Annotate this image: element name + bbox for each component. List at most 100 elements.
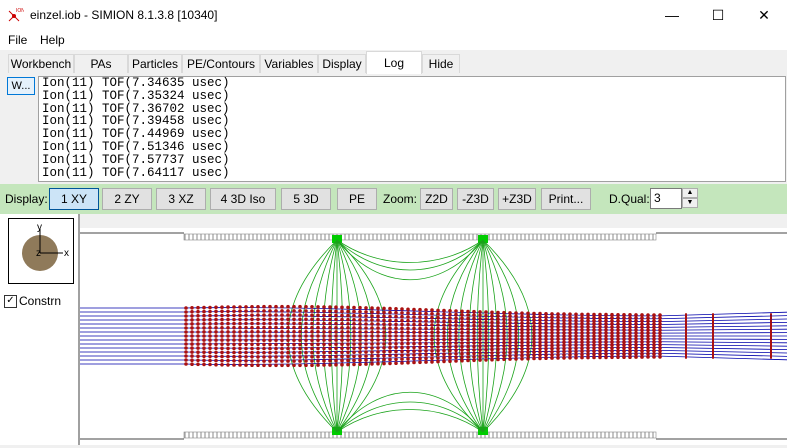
time-marker [520, 314, 524, 319]
zoom-minus-z3d-button[interactable]: -Z3D [457, 188, 494, 210]
tab-hide[interactable]: Hide [422, 54, 460, 73]
simulation-viewport[interactable] [80, 228, 787, 445]
time-marker [430, 341, 434, 346]
tab-display[interactable]: Display [318, 54, 366, 73]
print-button[interactable]: Print... [541, 188, 591, 210]
tab-pas[interactable]: PAs [74, 54, 128, 73]
time-marker [514, 311, 518, 315]
view-3d-button[interactable]: 5 3D [281, 188, 331, 210]
time-marker [274, 346, 278, 351]
time-marker [310, 346, 314, 351]
time-marker [214, 334, 218, 338]
time-marker [334, 363, 338, 367]
time-marker [280, 309, 284, 313]
log-output[interactable]: Ion(11) TOF(7.34635 usec) Ion(11) TOF(7.… [38, 76, 786, 182]
time-marker [352, 354, 356, 359]
time-marker [610, 328, 614, 332]
spin-down-button[interactable]: ▼ [682, 198, 698, 208]
time-marker [316, 330, 320, 334]
tab-particles[interactable]: Particles [128, 54, 182, 73]
time-marker [310, 359, 314, 363]
time-marker [460, 344, 464, 349]
einzel-lens-view[interactable] [80, 228, 787, 445]
view-xz-button[interactable]: 3 XZ [156, 188, 206, 210]
tab-variables[interactable]: Variables [260, 54, 318, 73]
time-marker [262, 359, 266, 363]
time-marker [382, 353, 386, 358]
time-marker [592, 315, 596, 320]
minimize-button[interactable]: — [649, 0, 695, 30]
time-marker [520, 357, 524, 361]
time-marker [304, 346, 308, 351]
time-marker [598, 315, 602, 320]
dqual-input[interactable]: 3 [650, 188, 682, 209]
menu-file[interactable]: File [8, 33, 27, 47]
time-marker [232, 325, 236, 330]
zoom-plus-z3d-button[interactable]: +Z3D [498, 188, 536, 210]
time-marker [352, 338, 356, 342]
zoom-z2d-button[interactable]: Z2D [420, 188, 453, 210]
tab-pe-contours[interactable]: PE/Contours [182, 54, 260, 73]
time-marker [238, 325, 242, 330]
time-marker [502, 330, 506, 335]
time-marker [400, 318, 404, 323]
time-marker [574, 337, 578, 341]
time-marker [526, 331, 530, 335]
time-marker [268, 304, 272, 309]
log-window-button[interactable]: W... [7, 77, 35, 95]
time-marker [190, 326, 194, 330]
time-marker [508, 324, 512, 328]
tab-workbench[interactable]: Workbench [8, 54, 74, 73]
time-marker [466, 330, 470, 335]
time-marker [184, 326, 188, 330]
maximize-button[interactable]: ☐ [695, 0, 741, 30]
time-marker [442, 330, 446, 335]
time-marker [538, 318, 542, 322]
view-orientation-widget[interactable]: y z x [8, 218, 74, 284]
time-marker [454, 316, 458, 320]
title-bar: ION einzel.iob - SIMION 8.1.3.8 [10340] … [0, 0, 787, 30]
time-marker [514, 347, 518, 351]
time-marker [478, 327, 482, 331]
time-marker [256, 338, 260, 342]
view-3d-iso-button[interactable]: 4 3D Iso [210, 188, 276, 210]
zoom-label: Zoom: [383, 192, 418, 206]
time-marker [214, 330, 218, 334]
time-marker [508, 311, 512, 315]
time-marker [562, 324, 566, 329]
axis-y-label: y [37, 222, 42, 233]
view-zy-button[interactable]: 2 ZY [102, 188, 152, 210]
time-marker [352, 350, 356, 354]
time-marker [562, 340, 566, 345]
time-marker [202, 354, 206, 359]
view-pe-button[interactable]: PE [337, 188, 377, 210]
time-marker [226, 354, 230, 359]
time-marker [202, 309, 206, 314]
time-marker [526, 327, 530, 332]
time-marker [508, 337, 512, 342]
view-xy-button[interactable]: 1 XY [49, 188, 99, 210]
time-marker [472, 355, 476, 359]
time-marker [328, 321, 332, 326]
time-marker [478, 320, 482, 324]
time-marker [658, 355, 662, 359]
time-marker [220, 330, 224, 334]
time-marker [346, 317, 350, 322]
time-marker [466, 355, 470, 359]
time-marker [202, 322, 206, 326]
time-marker [448, 352, 452, 356]
time-marker [568, 321, 572, 326]
time-marker [418, 334, 422, 338]
time-marker [556, 318, 560, 323]
time-marker [280, 313, 284, 317]
time-marker [490, 320, 494, 325]
time-marker [568, 343, 572, 348]
menu-help[interactable]: Help [40, 33, 65, 47]
time-marker [478, 313, 482, 318]
close-button[interactable]: ✕ [741, 0, 787, 30]
spin-up-button[interactable]: ▲ [682, 188, 698, 198]
time-marker [550, 350, 554, 354]
tab-log[interactable]: Log [366, 51, 422, 74]
time-marker [538, 327, 542, 332]
checkbox-checked-icon[interactable]: ✓ [4, 295, 17, 308]
